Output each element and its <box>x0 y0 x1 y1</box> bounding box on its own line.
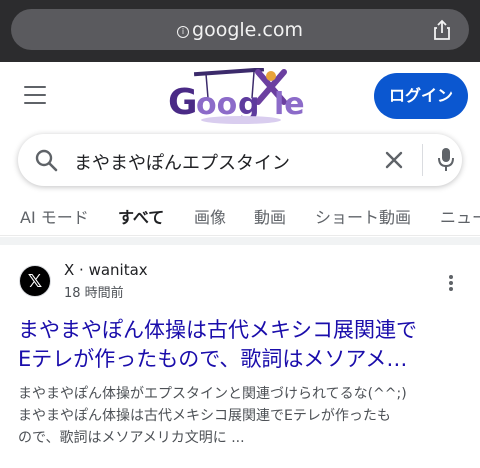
result-source[interactable]: X · wanitax <box>64 261 148 279</box>
tab-images[interactable]: 画像 <box>194 204 226 228</box>
result-time: 18 時間前 <box>64 286 124 301</box>
clear-icon[interactable] <box>382 148 406 172</box>
url-text: google.com <box>192 19 303 41</box>
tab-short-videos[interactable]: ショート動画 <box>315 204 411 228</box>
google-header: G oo g le ログイン <box>0 62 480 128</box>
share-icon[interactable] <box>431 19 453 41</box>
url-display[interactable]: i google.com <box>11 19 469 41</box>
snippet-line-1: まやまやぽん体操がエプスタインと関連づけられてるな(^^;) <box>18 386 407 402</box>
address-bar[interactable]: i google.com <box>11 9 469 50</box>
mic-icon[interactable] <box>436 146 456 174</box>
tab-videos[interactable]: 動画 <box>254 204 286 228</box>
result-snippet: まやまやぽん体操がエプスタインと関連づけられてるな(^^;) まやまやぽん体操は… <box>18 383 464 449</box>
menu-icon[interactable] <box>24 86 46 104</box>
search-tabs: AI モード すべて 画像 動画 ショート動画 ニュー <box>0 192 480 236</box>
result-title-link[interactable]: まやまやぽん体操は古代メキシコ展関連で Eテレが作ったもので、歌詞はメソアメ… <box>18 316 464 374</box>
tab-all[interactable]: すべて <box>118 204 164 228</box>
search-divider <box>422 144 423 176</box>
search-bar[interactable]: まやまやぽんエプスタイン <box>18 134 462 186</box>
section-divider <box>0 237 480 245</box>
info-icon: i <box>177 26 190 38</box>
browser-toolbar: i google.com <box>0 0 480 62</box>
svg-text:le: le <box>274 87 305 122</box>
tab-ai-mode[interactable]: AI モード <box>20 204 89 228</box>
login-button[interactable]: ログイン <box>374 73 468 119</box>
google-doodle-logo[interactable]: G oo g le <box>166 68 316 128</box>
search-result[interactable]: 𝕏 X · wanitax 18 時間前 まやまやぽん体操は古代メキシコ展関連で… <box>0 245 480 468</box>
result-title-line-1: まやまやぽん体操は古代メキシコ展関連で <box>18 318 417 342</box>
result-title-line-2: Eテレが作ったもので、歌詞はメソアメ… <box>18 347 408 371</box>
search-icon[interactable] <box>34 148 58 172</box>
tab-news[interactable]: ニュー <box>440 204 480 228</box>
snippet-line-2: まやまやぽん体操は古代メキシコ展関連でEテレが作ったも <box>18 408 391 424</box>
more-options-icon[interactable] <box>448 274 454 292</box>
svg-text:G: G <box>168 82 198 123</box>
x-logo-icon[interactable]: 𝕏 <box>19 265 51 297</box>
search-input[interactable]: まやまやぽんエプスタイン <box>74 149 290 175</box>
snippet-line-3: ので、歌詞はメソアメリカ文明に ... <box>18 430 245 446</box>
